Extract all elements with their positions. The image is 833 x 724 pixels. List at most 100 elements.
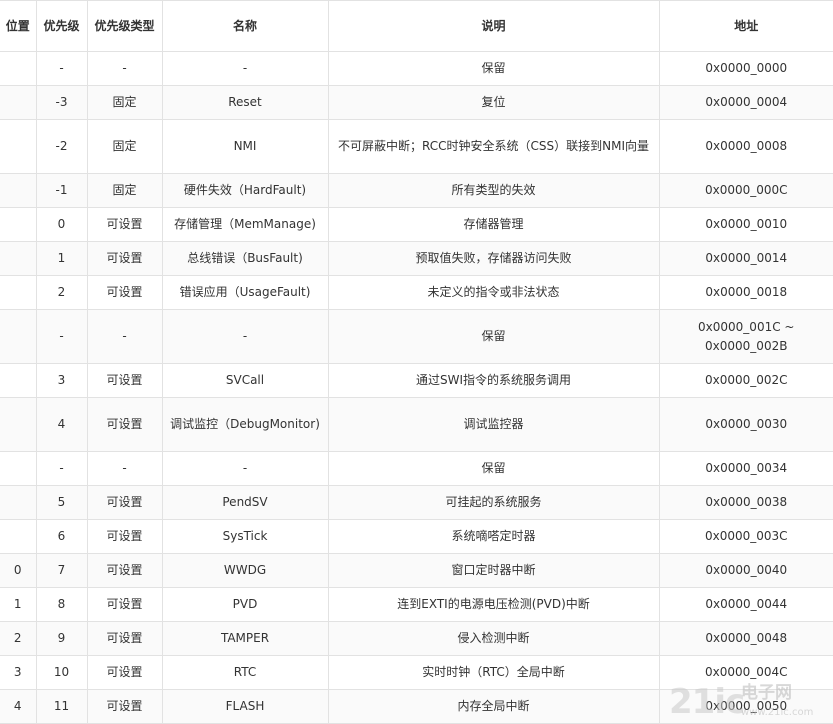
- header-priority: 优先级: [35, 0, 88, 52]
- cell-priority-type: 固定: [86, 119, 163, 174]
- cell-priority: -: [35, 51, 88, 86]
- cell-priority: 3: [35, 363, 88, 398]
- cell-priority: 6: [35, 519, 88, 554]
- cell-position: [0, 309, 37, 364]
- cell-address: 0x0000_0010: [658, 207, 833, 242]
- cell-address: 0x0000_0034: [658, 451, 833, 486]
- cell-priority-type: 可设置: [86, 241, 163, 276]
- cell-description: 所有类型的失效: [327, 173, 660, 208]
- cell-priority-type: 可设置: [86, 207, 163, 242]
- cell-address: 0x0000_001C ~ 0x0000_002B: [658, 309, 833, 364]
- cell-priority: 4: [35, 397, 88, 452]
- cell-description: 窗口定时器中断: [327, 553, 660, 588]
- cell-position: 1: [0, 587, 37, 622]
- cell-name: TAMPER: [161, 621, 329, 656]
- cell-description: 未定义的指令或非法状态: [327, 275, 660, 310]
- cell-address: 0x0000_002C: [658, 363, 833, 398]
- cell-priority-type: 固定: [86, 173, 163, 208]
- cell-position: [0, 519, 37, 554]
- cell-position: [0, 363, 37, 398]
- cell-position: [0, 241, 37, 276]
- cell-address: 0x0000_0048: [658, 621, 833, 656]
- table-row: -3 固定 Reset 复位 0x0000_0004: [0, 85, 833, 120]
- cell-name: Reset: [161, 85, 329, 120]
- cell-description: 连到EXTI的电源电压检测(PVD)中断: [327, 587, 660, 622]
- cell-priority-type: 固定: [86, 85, 163, 120]
- cell-priority: 11: [35, 689, 88, 724]
- cell-address: 0x0000_0044: [658, 587, 833, 622]
- cell-priority-type: 可设置: [86, 689, 163, 724]
- cell-address: 0x0000_003C: [658, 519, 833, 554]
- cell-description: 通过SWI指令的系统服务调用: [327, 363, 660, 398]
- cell-description: 调试监控器: [327, 397, 660, 452]
- cell-description: 保留: [327, 451, 660, 486]
- cell-description: 保留: [327, 309, 660, 364]
- table-row: 2 9 可设置 TAMPER 侵入检测中断 0x0000_0048: [0, 621, 833, 656]
- cell-priority: 5: [35, 485, 88, 520]
- table-row: - - - 保留 0x0000_0034: [0, 451, 833, 486]
- header-row: 位置 优先级 优先级类型 名称 说明 地址: [0, 0, 833, 52]
- cell-address: 0x0000_0050: [658, 689, 833, 724]
- table-row: 0 可设置 存储管理（MemManage) 存储器管理 0x0000_0010: [0, 207, 833, 242]
- cell-priority: 7: [35, 553, 88, 588]
- cell-priority: -2: [35, 119, 88, 174]
- cell-priority: 1: [35, 241, 88, 276]
- cell-description: 保留: [327, 51, 660, 86]
- cell-name: -: [161, 451, 329, 486]
- cell-description: 实时时钟（RTC）全局中断: [327, 655, 660, 690]
- interrupt-vector-table: 位置 优先级 优先级类型 名称 说明 地址 - - - 保留 0x0000_0000 -3…: [0, 0, 833, 724]
- cell-priority: -: [35, 451, 88, 486]
- table-body: - - - 保留 0x0000_0000 -3 固定 Reset 复位 0x0000_0004 -2…: [0, 51, 833, 724]
- cell-name: 存储管理（MemManage): [161, 207, 329, 242]
- table-row: 3 可设置 SVCall 通过SWI指令的系统服务调用 0x0000_002C: [0, 363, 833, 398]
- cell-position: [0, 485, 37, 520]
- cell-position: [0, 207, 37, 242]
- cell-priority: 0: [35, 207, 88, 242]
- header-name: 名称: [161, 0, 329, 52]
- cell-priority-type: -: [86, 51, 163, 86]
- cell-priority-type: 可设置: [86, 519, 163, 554]
- cell-priority: 8: [35, 587, 88, 622]
- cell-position: [0, 451, 37, 486]
- cell-address: 0x0000_0038: [658, 485, 833, 520]
- cell-priority-type: 可设置: [86, 553, 163, 588]
- cell-name: RTC: [161, 655, 329, 690]
- cell-address: 0x0000_0040: [658, 553, 833, 588]
- cell-description: 不可屏蔽中断；RCC时钟安全系统（CSS）联接到NMI向量: [327, 119, 660, 174]
- cell-name: PVD: [161, 587, 329, 622]
- header-description: 说明: [327, 0, 660, 52]
- cell-name: PendSV: [161, 485, 329, 520]
- table-row: - - - 保留 0x0000_001C ~ 0x0000_002B: [0, 309, 833, 364]
- table-row: 3 10 可设置 RTC 实时时钟（RTC）全局中断 0x0000_004C: [0, 655, 833, 690]
- table-row: 4 可设置 调试监控（DebugMonitor) 调试监控器 0x0000_0030: [0, 397, 833, 452]
- cell-address: 0x0000_000C: [658, 173, 833, 208]
- table-row: 1 可设置 总线错误（BusFault) 预取值失败，存储器访问失败 0x0000_00…: [0, 241, 833, 276]
- cell-name: SysTick: [161, 519, 329, 554]
- cell-name: FLASH: [161, 689, 329, 724]
- cell-description: 存储器管理: [327, 207, 660, 242]
- cell-address: 0x0000_0030: [658, 397, 833, 452]
- cell-priority: 10: [35, 655, 88, 690]
- cell-priority-type: 可设置: [86, 275, 163, 310]
- table-row: 4 11 可设置 FLASH 内存全局中断 0x0000_0050: [0, 689, 833, 724]
- cell-name: -: [161, 309, 329, 364]
- cell-name: 总线错误（BusFault): [161, 241, 329, 276]
- cell-position: 2: [0, 621, 37, 656]
- cell-address: 0x0000_0014: [658, 241, 833, 276]
- cell-address: 0x0000_0008: [658, 119, 833, 174]
- cell-description: 复位: [327, 85, 660, 120]
- table-row: 0 7 可设置 WWDG 窗口定时器中断 0x0000_0040: [0, 553, 833, 588]
- cell-position: [0, 85, 37, 120]
- cell-description: 可挂起的系统服务: [327, 485, 660, 520]
- cell-description: 侵入检测中断: [327, 621, 660, 656]
- cell-position: 3: [0, 655, 37, 690]
- cell-position: [0, 119, 37, 174]
- cell-position: [0, 275, 37, 310]
- table-row: 1 8 可设置 PVD 连到EXTI的电源电压检测(PVD)中断 0x0000_0044: [0, 587, 833, 622]
- cell-position: [0, 51, 37, 86]
- cell-priority-type: 可设置: [86, 621, 163, 656]
- cell-address: 0x0000_0000: [658, 51, 833, 86]
- cell-position: 0: [0, 553, 37, 588]
- cell-position: 4: [0, 689, 37, 724]
- header-address: 地址: [658, 0, 833, 52]
